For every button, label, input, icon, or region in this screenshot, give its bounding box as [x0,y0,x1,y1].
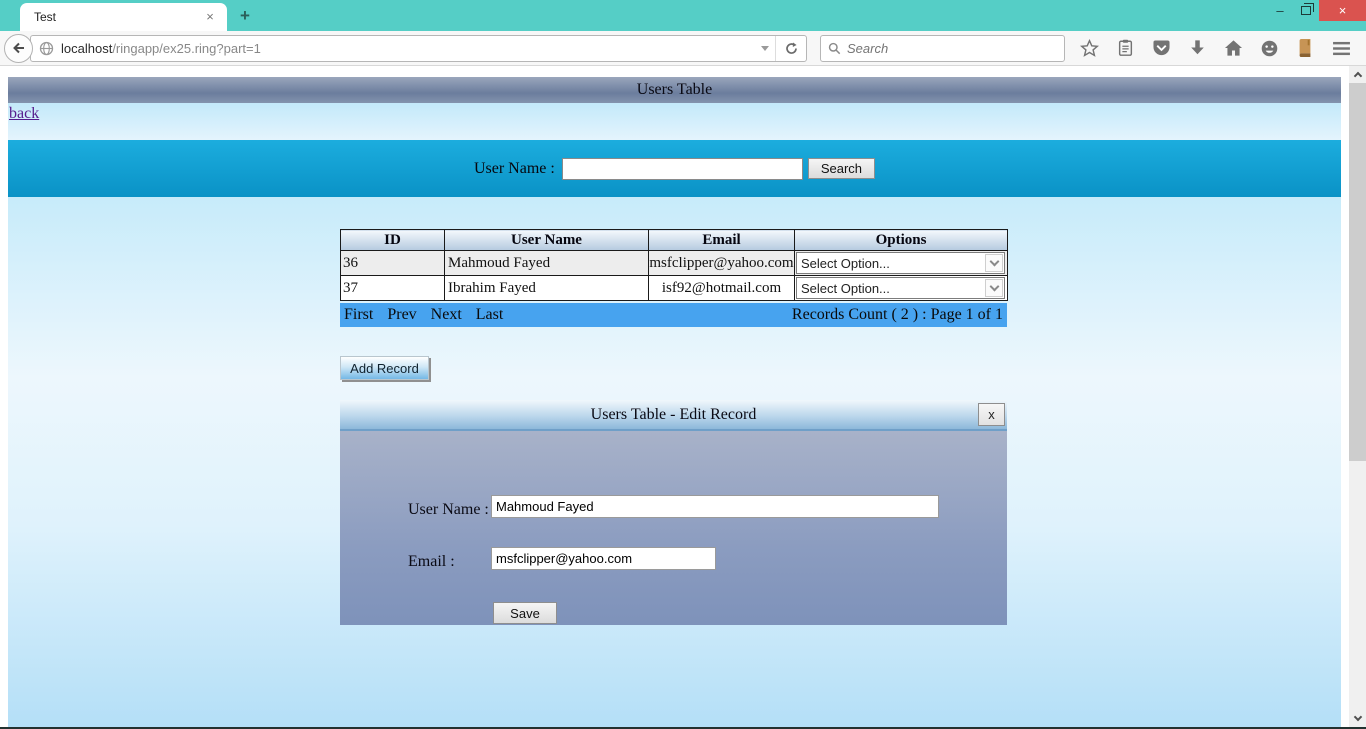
search-section: User Name : Search [8,140,1341,197]
scrollbar-thumb[interactable] [1349,83,1366,461]
scroll-down-button[interactable] [1349,710,1366,727]
cell-email: msfclipper@yahoo.com [649,251,795,276]
col-header-options: Options [795,230,1008,251]
modal-body: User Name : Email : Save [340,431,1007,625]
col-header-id: ID [341,230,445,251]
users-table: ID User Name Email Options 36 Mahmoud Fa… [340,229,1008,301]
options-select[interactable]: Select Option... [796,277,1005,299]
add-record-button[interactable]: Add Record [340,356,429,380]
chevron-down-icon [1353,713,1361,721]
search-icon [828,42,841,55]
browser-search-box[interactable] [820,35,1065,62]
save-button[interactable]: Save [493,602,557,624]
cell-id: 36 [341,251,445,276]
cell-options: Select Option... [795,251,1008,276]
home-icon [1224,39,1243,57]
new-tab-button[interactable]: + [234,6,256,26]
vertical-scrollbar[interactable] [1349,66,1366,729]
pagination-next[interactable]: Next [431,306,462,324]
window-controls: – × [1267,0,1366,22]
modal-username-label: User Name : [408,501,489,519]
chevron-down-icon [989,257,999,267]
table-row: 36 Mahmoud Fayed msfclipper@yahoo.com Se… [341,251,1008,276]
restore-button[interactable] [1293,0,1319,21]
url-host: localhost [61,41,112,56]
chevron-down-icon [989,282,999,292]
toolbar-icons [1071,33,1359,63]
cell-email: isf92@hotmail.com [649,276,795,301]
tab-close-icon[interactable]: × [201,8,219,26]
modal-email-label: Email : [408,553,455,571]
browser-window: Test × + – × localhost/ringapp/ex25.ring… [0,0,1366,729]
cell-username: Ibrahim Fayed [445,276,649,301]
records-count-summary: Records Count ( 2 ) : Page 1 of 1 [792,306,1003,324]
back-link[interactable]: back [9,105,39,123]
url-bar[interactable]: localhost/ringapp/ex25.ring?part=1 [30,35,807,62]
chevron-down-icon [761,46,769,51]
download-arrow-icon [1189,39,1206,57]
browser-search-input[interactable] [847,41,1027,56]
minimize-button[interactable]: – [1267,0,1293,21]
back-strip: back [8,103,1341,140]
reload-icon [784,41,799,56]
modal-username-input[interactable] [491,495,939,518]
pagination-first[interactable]: First [344,306,373,324]
close-button[interactable]: × [1319,0,1366,21]
select-dropdown-button[interactable] [985,279,1003,297]
page-title: Users Table [637,81,712,99]
menu-button[interactable] [1323,33,1359,63]
globe-icon [39,41,54,56]
pagination-prev[interactable]: Prev [387,306,416,324]
options-select-value: Select Option... [797,256,985,271]
browser-titlebar: Test × + – × [0,0,1366,31]
pocket-icon [1152,40,1171,57]
cell-username: Mahmoud Fayed [445,251,649,276]
select-dropdown-button[interactable] [985,254,1003,272]
options-select-value: Select Option... [797,281,985,296]
modal-email-input[interactable] [491,547,716,570]
url-path: /ringapp/ex25.ring?part=1 [112,41,261,56]
book-icon [1297,39,1313,57]
pagination-bar: First Prev Next Last Records Count ( 2 )… [340,303,1007,327]
hello-button[interactable] [1251,33,1287,63]
cell-options: Select Option... [795,276,1008,301]
back-arrow-icon [11,40,27,56]
home-button[interactable] [1215,33,1251,63]
col-header-email: Email [649,230,795,251]
smiley-icon [1260,39,1279,58]
sidebar-book-button[interactable] [1287,33,1323,63]
modal-title: Users Table - Edit Record [591,406,757,424]
scroll-up-button[interactable] [1349,66,1366,83]
page-title-bar: Users Table [8,77,1341,103]
back-button[interactable] [4,34,33,63]
page-content: Users Table back User Name : Search ID U… [0,66,1366,729]
options-select[interactable]: Select Option... [796,252,1005,274]
table-header-row: ID User Name Email Options [341,230,1008,251]
tab-title: Test [34,10,201,24]
pagination-last[interactable]: Last [476,306,504,324]
cell-id: 37 [341,276,445,301]
url-dropdown-button[interactable] [754,36,776,61]
search-button[interactable]: Search [808,158,875,179]
edit-record-modal: Users Table - Edit Record x User Name : … [340,400,1007,627]
col-header-username: User Name [445,230,649,251]
hamburger-menu-icon [1332,41,1351,56]
table-row: 37 Ibrahim Fayed isf92@hotmail.com Selec… [341,276,1008,301]
bookmark-star-button[interactable] [1071,33,1107,63]
username-search-input[interactable] [562,158,803,180]
modal-header: Users Table - Edit Record x [340,400,1007,431]
reading-list-button[interactable] [1107,33,1143,63]
chevron-up-icon [1353,72,1361,80]
star-icon [1080,39,1099,58]
pocket-button[interactable] [1143,33,1179,63]
modal-close-button[interactable]: x [978,403,1005,426]
browser-toolbar: localhost/ringapp/ex25.ring?part=1 [0,31,1366,66]
restore-icon [1301,6,1311,15]
url-text[interactable]: localhost/ringapp/ex25.ring?part=1 [61,41,754,56]
browser-tab[interactable]: Test × [20,3,227,31]
downloads-button[interactable] [1179,33,1215,63]
username-search-label: User Name : [474,160,555,178]
clipboard-icon [1117,39,1134,57]
reload-button[interactable] [776,36,806,61]
